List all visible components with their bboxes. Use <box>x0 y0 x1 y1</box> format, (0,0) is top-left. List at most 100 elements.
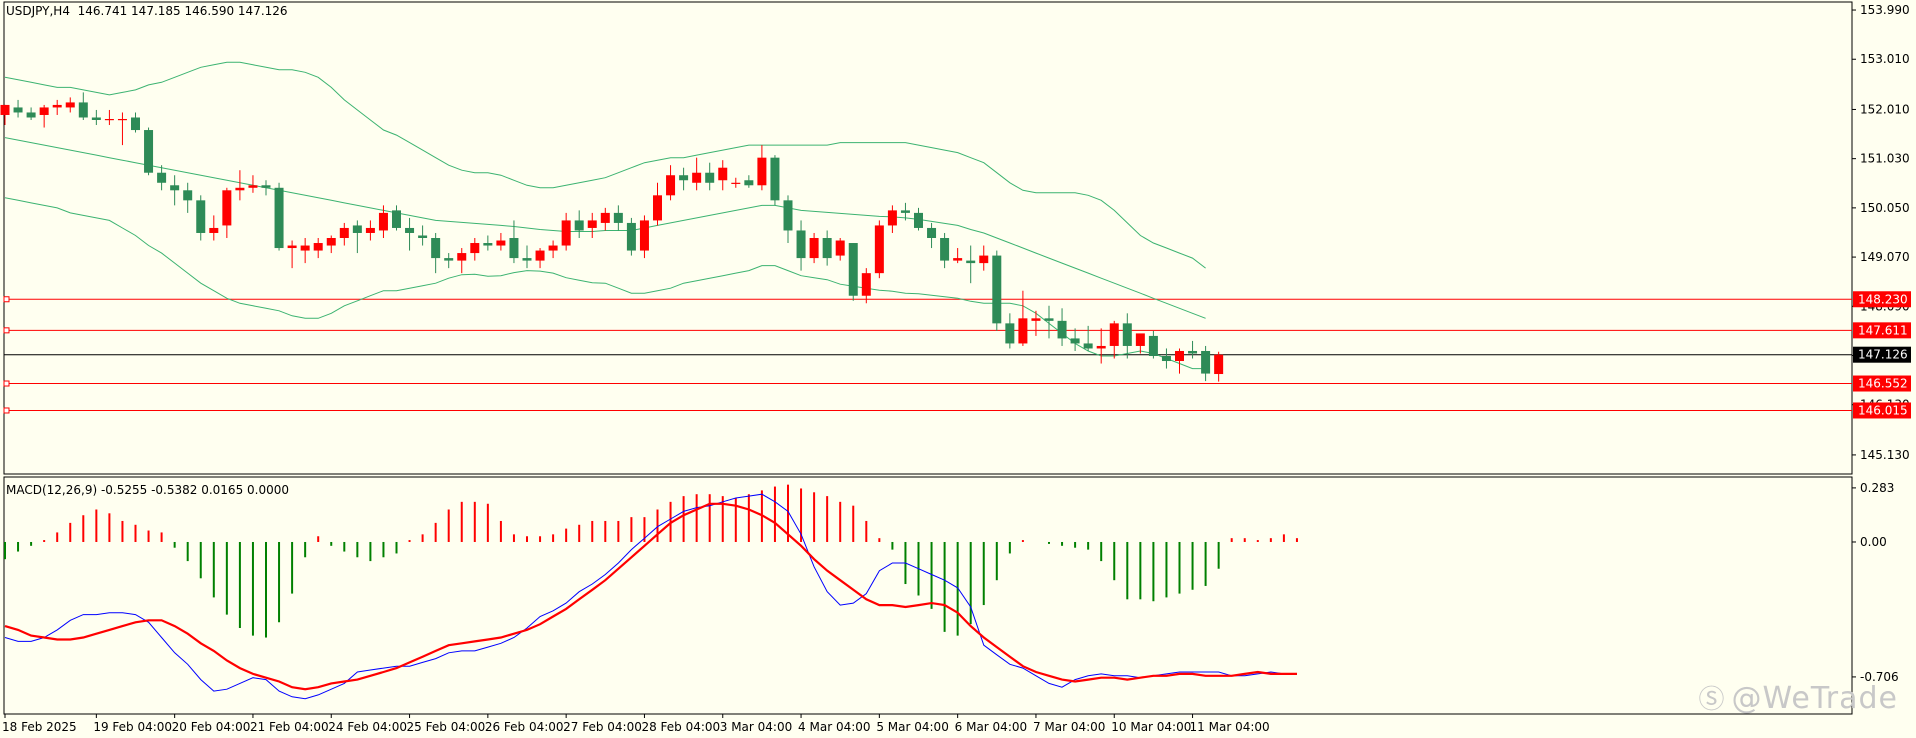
chart-canvas: 153.990 153.010 152.010 151.030 150.050 149.0… <box>0 1 1911 734</box>
time-tick-label: 19 Feb 04:00 <box>93 720 172 734</box>
candle-bull <box>378 212 388 231</box>
candle-bear <box>574 220 584 231</box>
candle-bear <box>131 117 140 131</box>
candle-bull <box>587 220 597 228</box>
candle-bear <box>966 260 976 264</box>
candle-bear <box>626 222 636 251</box>
candle-bull <box>470 243 480 254</box>
candle-bull <box>600 212 610 223</box>
candle-bear <box>157 172 167 183</box>
candle-bear <box>170 185 180 191</box>
candle-bull <box>548 245 558 251</box>
candle-bull <box>535 250 545 261</box>
candle-bull <box>861 273 871 296</box>
time-tick-label: 10 Mar 04:00 <box>1111 720 1191 734</box>
candle-bear <box>274 187 284 249</box>
symbol-timeframe: USDJPY,H4 <box>6 4 70 18</box>
candle-bear <box>483 243 493 246</box>
candle-bear <box>13 107 23 113</box>
candle-bear <box>1070 338 1080 344</box>
time-tick-label: 28 Feb 04:00 <box>641 720 720 734</box>
candle-bull <box>326 238 336 246</box>
time-tick-label: 5 Mar 04:00 <box>876 720 949 734</box>
ohlc-readout: 146.741 147.185 146.590 147.126 <box>77 4 288 18</box>
candle-bull <box>365 227 375 233</box>
price-tick-label: 149.070 <box>1860 250 1910 264</box>
candle-bear <box>1148 335 1158 356</box>
candle-bear <box>418 235 428 238</box>
candle-bear <box>770 157 780 201</box>
candle-bear <box>1161 356 1171 362</box>
macd-panel-frame <box>3 476 1853 715</box>
watermark-text: @WeTrade <box>1731 681 1898 716</box>
candle-bear <box>1122 323 1132 346</box>
candle-bear <box>914 212 923 228</box>
level-anchor-handle <box>3 380 10 387</box>
time-tick-label: 4 Mar 04:00 <box>798 720 871 734</box>
level-anchor-handle <box>3 407 10 414</box>
candle-bear <box>78 102 88 118</box>
candle-bear <box>848 243 858 296</box>
time-tick-label: 27 Feb 04:00 <box>563 720 642 734</box>
candle-bull <box>209 227 219 233</box>
level-anchor-handle <box>3 296 10 303</box>
candle-bear <box>196 200 206 233</box>
time-tick-label: 3 Mar 04:00 <box>720 720 793 734</box>
candle-bull <box>809 238 819 259</box>
candle-bull <box>0 104 10 115</box>
candle-bull <box>1214 354 1224 375</box>
level-label: 146.015 <box>1858 403 1908 417</box>
candle-bull <box>1031 318 1041 321</box>
main-chart-header: USDJPY,H4 146.741 147.185 146.590 147.12… <box>6 4 288 18</box>
candle-bull <box>496 240 506 246</box>
price-tick-label: 153.990 <box>1860 3 1910 17</box>
candle-bear <box>744 180 754 186</box>
candle-bull <box>757 157 767 186</box>
candle-bear <box>1005 323 1015 344</box>
candle-bull <box>692 172 702 183</box>
level-label: 148.230 <box>1858 292 1908 306</box>
time-tick-label: 6 Mar 04:00 <box>955 720 1028 734</box>
candle-bull <box>835 240 845 256</box>
price-tick-label: 152.010 <box>1860 102 1910 116</box>
candle-bull <box>39 107 49 115</box>
candle-bull <box>639 220 649 251</box>
candle-bear <box>992 255 1002 324</box>
candle-bear <box>144 130 154 173</box>
candle-bull <box>561 220 571 246</box>
macd-tick-label: 0.283 <box>1860 481 1894 495</box>
candle-bull <box>248 185 258 188</box>
candle-bear <box>405 227 415 233</box>
level-label: 147.126 <box>1858 348 1908 362</box>
candle-bull <box>718 167 728 181</box>
bollinger-upper-line <box>4 61 1206 269</box>
candle-bull <box>235 187 245 191</box>
price-tick-label: 151.030 <box>1860 152 1910 166</box>
candle-bull <box>887 210 897 226</box>
candle-bull <box>1096 345 1106 349</box>
macd-header: MACD(12,26,9) -0.5255 -0.5382 0.0165 0.0… <box>6 483 290 497</box>
wetrade-logo-icon: Ⓢ <box>1698 685 1726 715</box>
candle-bull <box>287 245 297 249</box>
candle-bear <box>261 185 271 188</box>
price-tick-label: 150.050 <box>1860 201 1910 215</box>
candle-bull <box>300 245 310 251</box>
candle-bear <box>522 258 532 261</box>
candle-bear <box>1083 343 1093 349</box>
candle-bear <box>1057 320 1067 339</box>
candle-bear <box>900 210 910 213</box>
price-tick-label: 153.010 <box>1860 52 1910 66</box>
macd-main-line <box>4 493 1297 700</box>
macd-tick-label: 0.00 <box>1860 535 1887 549</box>
candle-bull <box>457 253 467 261</box>
time-tick-label: 21 Feb 04:00 <box>250 720 329 734</box>
level-label: 146.552 <box>1858 377 1908 391</box>
time-tick-label: 26 Feb 04:00 <box>485 720 564 734</box>
candle-bear <box>444 258 454 261</box>
price-tick-label: 145.130 <box>1860 448 1910 462</box>
candle-bear <box>940 238 950 261</box>
candle-bull <box>339 227 349 238</box>
candle-bear <box>822 238 832 259</box>
candle-bear <box>927 227 937 238</box>
candle-bull <box>1018 318 1028 344</box>
